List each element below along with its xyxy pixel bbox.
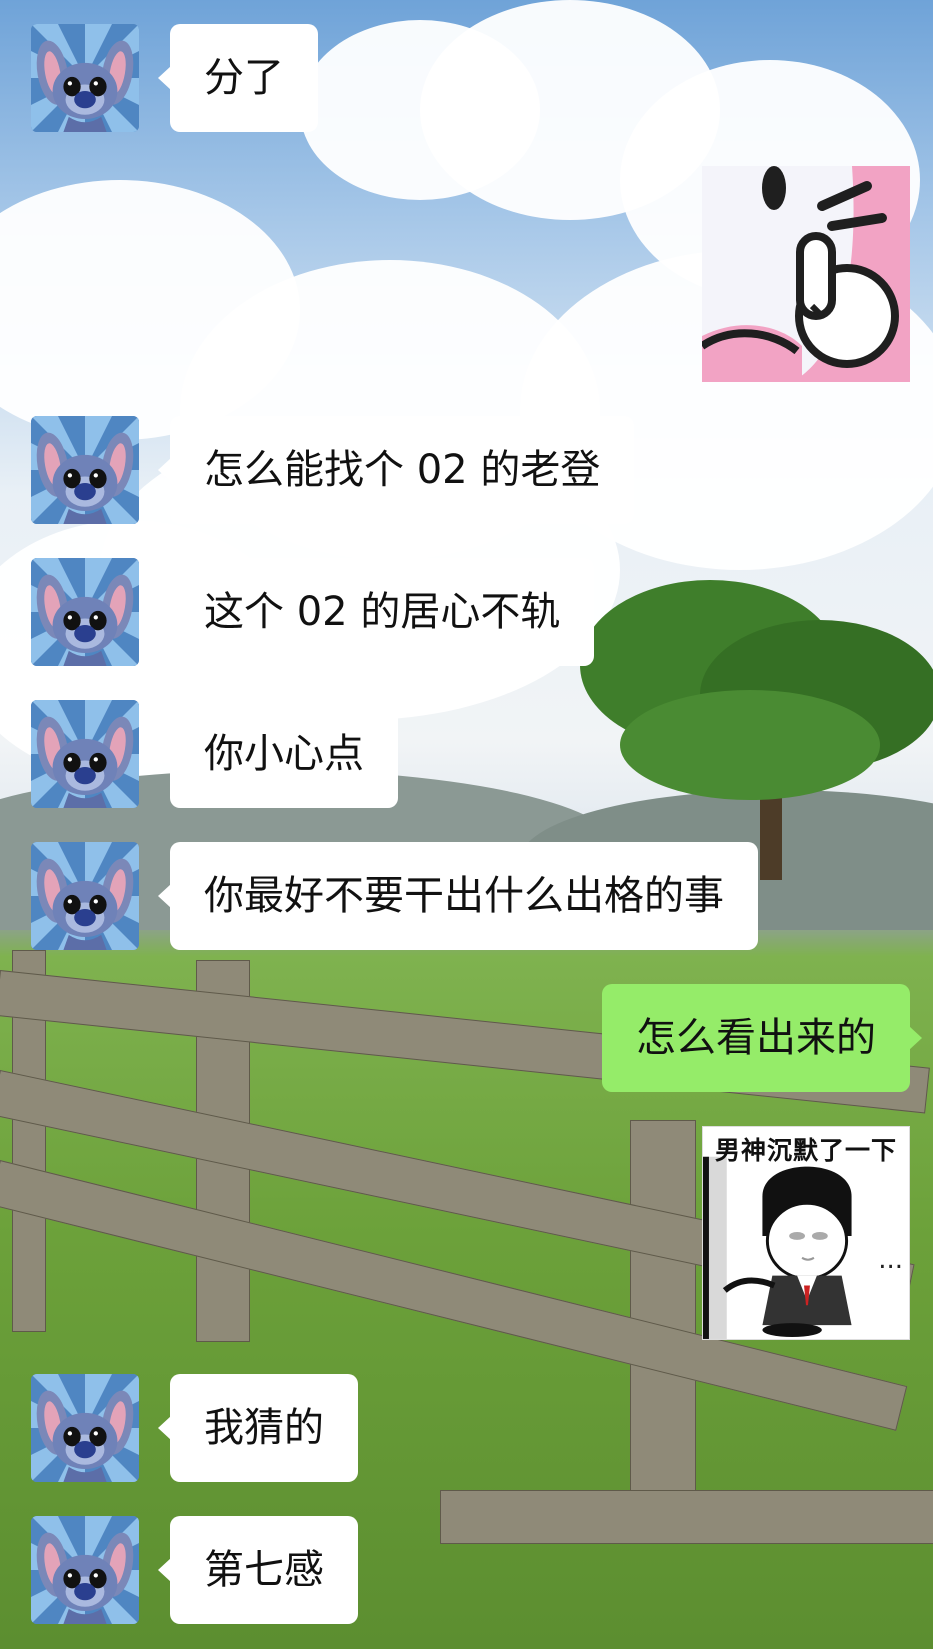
middle-finger-sticker-icon[interactable] <box>702 166 910 382</box>
message-row: 怎么看出来的 <box>0 984 933 1092</box>
stitch-avatar-icon[interactable] <box>31 1516 139 1624</box>
incoming-message-bubble[interactable]: 这个 02 的居心不轨 <box>157 558 595 666</box>
silent-meme-sticker-icon[interactable]: 男神沉默了一下 ... <box>702 1126 910 1340</box>
incoming-message-bubble[interactable]: 怎么能找个 02 的老登 <box>157 416 635 524</box>
incoming-message-bubble[interactable]: 第七感 <box>158 1516 358 1624</box>
message-row: 你小心点 <box>0 700 933 808</box>
message-row: 这个 02 的居心不轨 <box>0 558 933 666</box>
message-row: 第七感 <box>0 1516 933 1624</box>
stitch-avatar-icon[interactable] <box>31 24 139 132</box>
message-row: 男神沉默了一下 ... <box>0 1126 933 1340</box>
sticker-caption: 男神沉默了一下 <box>714 1136 897 1165</box>
stitch-avatar-icon[interactable] <box>31 416 139 524</box>
outgoing-message-bubble[interactable]: 怎么看出来的 <box>602 984 922 1092</box>
incoming-message-bubble[interactable]: 你最好不要干出什么出格的事 <box>158 842 758 950</box>
message-row: 我猜的 <box>0 1374 933 1482</box>
incoming-message-bubble[interactable]: 你小心点 <box>158 700 398 808</box>
sticker-dots: ... <box>878 1245 903 1275</box>
message-row: 你最好不要干出什么出格的事 <box>0 842 933 950</box>
message-row <box>0 166 933 382</box>
stitch-avatar-icon[interactable] <box>31 700 139 808</box>
message-row: 怎么能找个 02 的老登 <box>0 416 933 524</box>
message-row: 分了 <box>0 24 933 132</box>
stitch-avatar-icon[interactable] <box>31 1374 139 1482</box>
stitch-avatar-icon[interactable] <box>31 558 139 666</box>
incoming-message-bubble[interactable]: 我猜的 <box>158 1374 358 1482</box>
stitch-avatar-icon[interactable] <box>31 842 139 950</box>
incoming-message-bubble[interactable]: 分了 <box>158 24 318 132</box>
